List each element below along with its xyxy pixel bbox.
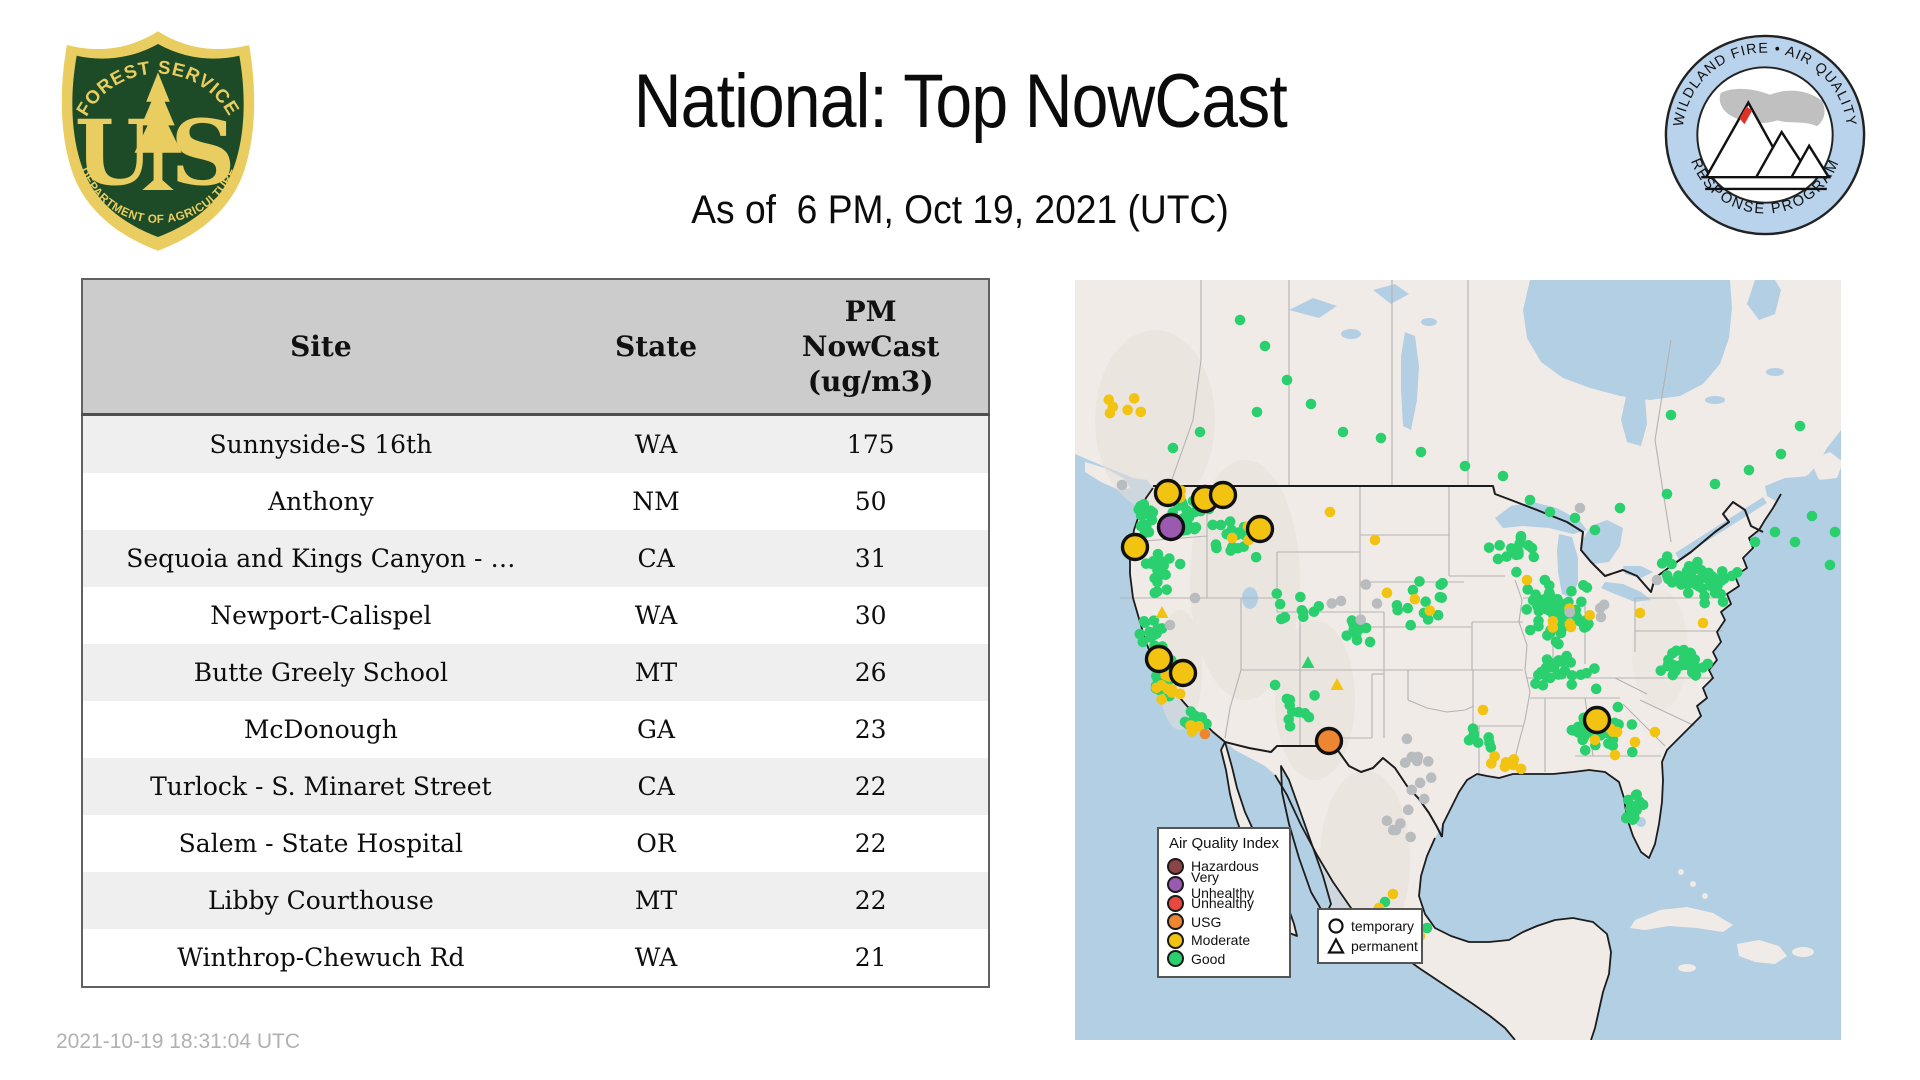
page: { "header": { "title": "National: Top No… bbox=[0, 0, 1920, 1080]
site-cell: Salem - State Hospital bbox=[178, 829, 464, 858]
table-row: McDonough GA 23 bbox=[82, 701, 989, 758]
top-nowcast-table: Site State PM NowCast (ug/m3) Sunnyside-S … bbox=[81, 278, 990, 988]
value-cell: 23 bbox=[854, 715, 887, 744]
aqi-legend-title: Air Quality Index bbox=[1168, 835, 1280, 852]
aqi-legend-row: Good bbox=[1167, 950, 1281, 969]
aqi-legend-label: Good bbox=[1191, 950, 1226, 967]
permanent-label: permanent bbox=[1351, 938, 1418, 954]
triangle-outline-icon bbox=[1327, 937, 1345, 954]
table-row: Newport-Calispel WA 30 bbox=[82, 587, 989, 644]
value-cell: 22 bbox=[854, 772, 887, 801]
column-header: Site bbox=[82, 279, 559, 416]
top-site-marker bbox=[1168, 658, 1198, 688]
site-cell: McDonough bbox=[243, 715, 398, 744]
aqi-color-swatch-icon bbox=[1167, 857, 1184, 875]
aqi-legend-row: USG bbox=[1167, 913, 1281, 932]
site-cell: Libby Courthouse bbox=[207, 886, 434, 915]
monitor-type-legend: temporary permanent bbox=[1317, 908, 1423, 964]
state-cell: MT bbox=[634, 886, 678, 915]
generated-timestamp: 2021-10-19 18:31:04 UTC bbox=[56, 1030, 300, 1053]
value-cell: 50 bbox=[854, 487, 887, 516]
value-cell: 26 bbox=[854, 658, 887, 687]
site-cell: Turlock - S. Minaret Street bbox=[150, 772, 492, 801]
table-row: Turlock - S. Minaret Street CA 22 bbox=[82, 758, 989, 815]
state-cell: WA bbox=[634, 943, 678, 972]
table-row: Sequoia and Kings Canyon - … CA 31 bbox=[82, 530, 989, 587]
aqi-legend-label: Unhealthy bbox=[1191, 895, 1255, 912]
temporary-label: temporary bbox=[1351, 918, 1415, 934]
aqi-color-swatch-icon bbox=[1167, 913, 1184, 931]
table-row: Sunnyside-S 16th WA 175 bbox=[82, 414, 989, 473]
table-body: Sunnyside-S 16th WA 175 Anthony NM 50 Se… bbox=[82, 414, 989, 987]
site-cell: Sunnyside-S 16th bbox=[209, 430, 433, 459]
state-cell: MT bbox=[634, 658, 678, 687]
column-header: State bbox=[558, 279, 754, 416]
table-header: Site State PM NowCast (ug/m3) bbox=[82, 279, 989, 416]
site-cell: Anthony bbox=[268, 487, 374, 516]
circle-outline-icon bbox=[1328, 918, 1344, 934]
aqi-legend-label: Moderate bbox=[1191, 932, 1251, 949]
table-row: Winthrop-Chewuch Rd WA 21 bbox=[82, 929, 989, 987]
value-cell: 31 bbox=[854, 544, 887, 573]
value-cell: 175 bbox=[846, 430, 895, 459]
page-subtitle: As of 6 PM, Oct 19, 2021 (UTC) bbox=[691, 188, 1229, 232]
top-site-marker bbox=[1582, 705, 1612, 735]
value-cell: 22 bbox=[854, 829, 887, 858]
table-row: Libby Courthouse MT 22 bbox=[82, 872, 989, 929]
temporary-row: temporary bbox=[1327, 916, 1415, 936]
aqi-legend-row: Very Unhealthy bbox=[1167, 869, 1281, 901]
aqi-legend-row: Moderate bbox=[1167, 931, 1281, 950]
value-cell: 30 bbox=[854, 601, 887, 630]
top-site-marker bbox=[1156, 512, 1186, 542]
aqi-legend: Air Quality Index Hazardous Very Unhealt… bbox=[1157, 827, 1291, 978]
table-row: Salem - State Hospital OR 22 bbox=[82, 815, 989, 872]
state-cell: OR bbox=[636, 829, 676, 858]
top-site-marker bbox=[1208, 480, 1238, 510]
top-site-marker bbox=[1153, 478, 1183, 508]
column-header: PM NowCast (ug/m3) bbox=[753, 279, 989, 416]
site-cell: Sequoia and Kings Canyon - … bbox=[126, 544, 516, 573]
state-cell: CA bbox=[637, 772, 675, 801]
page-title: National: Top NowCast bbox=[633, 59, 1287, 144]
top-site-marker bbox=[1245, 514, 1275, 544]
value-cell: 21 bbox=[854, 943, 887, 972]
state-cell: WA bbox=[634, 430, 678, 459]
table-row: Anthony NM 50 bbox=[82, 473, 989, 530]
aqi-map: Air Quality Index Hazardous Very Unhealt… bbox=[1075, 280, 1841, 1040]
wfaqrp-logo: WILDLAND FIRE • AIR QUALITY RESPONSE PRO… bbox=[1662, 32, 1868, 243]
aqi-legend-entries: Hazardous Very Unhealthy Unhealthy USG M… bbox=[1167, 857, 1281, 968]
aqi-color-swatch-icon bbox=[1167, 931, 1184, 949]
aqi-legend-label: USG bbox=[1191, 913, 1222, 930]
site-cell: Newport-Calispel bbox=[210, 601, 432, 630]
value-cell: 22 bbox=[854, 886, 887, 915]
aqi-color-swatch-icon bbox=[1167, 950, 1184, 968]
table-row: Butte Greely School MT 26 bbox=[82, 644, 989, 701]
state-cell: NM bbox=[632, 487, 680, 516]
aqi-color-swatch-icon bbox=[1167, 876, 1184, 894]
state-cell: GA bbox=[637, 715, 676, 744]
state-cell: WA bbox=[634, 601, 678, 630]
wfaqrp-logo-icon: WILDLAND FIRE • AIR QUALITY RESPONSE PRO… bbox=[1664, 34, 1866, 236]
top-site-marker bbox=[1120, 532, 1150, 562]
site-cell: Winthrop-Chewuch Rd bbox=[177, 943, 465, 972]
top-site-marker bbox=[1314, 726, 1344, 756]
aqi-color-swatch-icon bbox=[1167, 894, 1184, 912]
site-cell: Butte Greely School bbox=[193, 658, 448, 687]
state-cell: CA bbox=[637, 544, 675, 573]
top-site-marker bbox=[1144, 644, 1174, 674]
permanent-row: permanent bbox=[1327, 936, 1418, 956]
